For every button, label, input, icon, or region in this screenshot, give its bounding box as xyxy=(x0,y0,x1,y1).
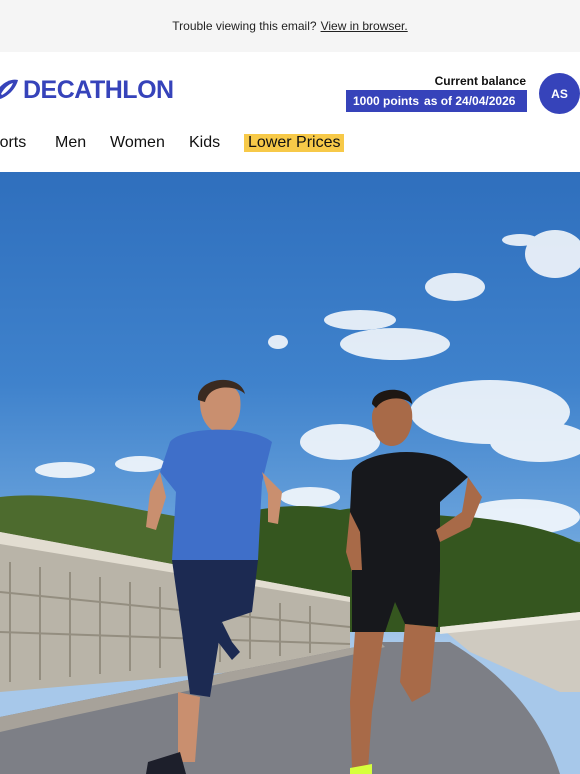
points-value: 1000 points xyxy=(353,94,420,108)
avatar[interactable]: AS xyxy=(539,73,580,114)
nav-item-sports[interactable]: Sports xyxy=(0,134,26,152)
email-preheader: Trouble viewing this email? View in brow… xyxy=(0,0,580,52)
nav-item-lower-prices[interactable]: Lower Prices xyxy=(244,134,345,152)
balance-title: Current balance xyxy=(434,74,526,88)
logo-mark-icon xyxy=(0,79,18,99)
nav-item-women[interactable]: Women xyxy=(110,134,165,152)
logo-text: DECATHLON xyxy=(23,76,174,104)
header: DECATHLON Current balance 1000 points as… xyxy=(0,52,580,130)
decathlon-logo[interactable]: DECATHLON xyxy=(0,76,174,104)
hero-banner[interactable] xyxy=(0,172,580,774)
runners-photo-icon xyxy=(0,230,580,774)
view-in-browser-link[interactable]: View in browser. xyxy=(321,19,408,33)
main-nav: Sports Men Women Kids Lower Prices xyxy=(0,130,580,172)
preheader-text: Trouble viewing this email? xyxy=(172,19,317,33)
nav-item-kids[interactable]: Kids xyxy=(189,134,220,152)
nav-item-men[interactable]: Men xyxy=(55,134,86,152)
points-badge: 1000 points as of 24/04/2026 xyxy=(346,90,527,112)
points-date: as of 24/04/2026 xyxy=(424,94,516,108)
